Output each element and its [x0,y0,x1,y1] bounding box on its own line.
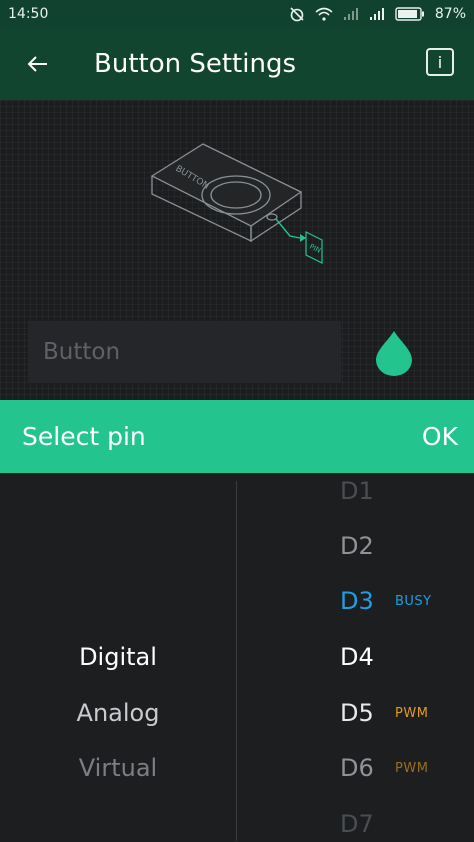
color-picker-button[interactable] [374,330,414,380]
busy-badge: BUSY [395,594,432,609]
pin-picker: Digital Analog Virtual D1 D2 D3 BUSY D4 … [0,473,474,842]
picker-divider [236,481,237,841]
info-button[interactable]: i [426,48,454,76]
battery-percent: 87% [434,5,466,22]
signal-icon [343,7,358,20]
pin-option-d6[interactable]: D6 [340,754,374,782]
pwm-badge: PWM [395,761,429,776]
status-bar: 14:50 87% [0,0,474,27]
pin-type-digital[interactable]: Digital [0,643,236,671]
info-icon: i [437,52,443,72]
select-pin-title: Select pin [22,422,146,451]
pin-option-d1[interactable]: D1 [340,477,374,505]
pin-type-analog[interactable]: Analog [0,699,236,727]
water-drop-icon [376,331,412,376]
alarm-off-icon [290,6,304,21]
pin-option-d3[interactable]: D3 [340,587,374,615]
ok-button[interactable]: OK [422,422,458,451]
pwm-badge: PWM [395,706,429,721]
pin-type-virtual[interactable]: Virtual [0,754,236,782]
arrow-left-icon [27,55,47,72]
widget-preview: BUTTON PIN Button [0,100,474,400]
button-device-illustration: BUTTON PIN [150,143,323,264]
widget-name-placeholder: Button [43,339,121,365]
select-pin-bar: Select pin OK [0,400,474,473]
pin-option-d5[interactable]: D5 [340,699,374,727]
status-icons: 87% [289,6,466,22]
widget-name-input[interactable]: Button [28,321,341,383]
pin-label: PIN [308,243,322,255]
battery-icon [395,6,424,21]
page-title: Button Settings [94,48,296,79]
pin-option-d2[interactable]: D2 [340,532,374,560]
app-bar: Button Settings i [0,27,474,100]
status-time: 14:50 [8,5,49,22]
pin-option-d4[interactable]: D4 [340,643,374,671]
back-button[interactable] [20,46,56,82]
wifi-icon [315,7,333,21]
signal-icon [369,7,384,20]
pin-option-d7[interactable]: D7 [340,810,374,838]
